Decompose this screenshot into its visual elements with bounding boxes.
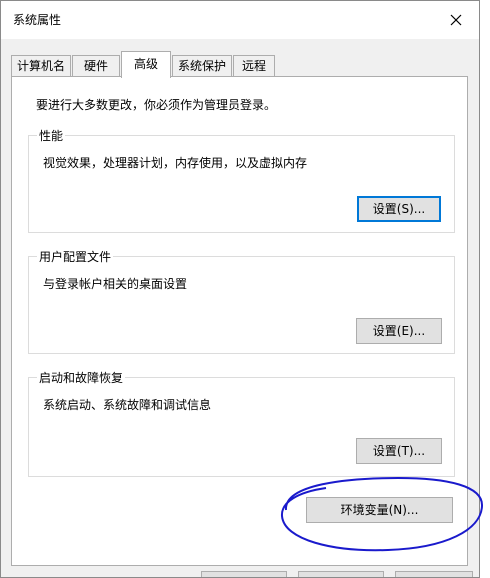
tab-system-protection[interactable]: 系统保护 (172, 55, 232, 77)
title-bar: 系统属性 (1, 1, 479, 39)
user-profiles-group: 用户配置文件 与登录帐户相关的桌面设置 设置(E)... (28, 248, 455, 354)
advanced-panel: 要进行大多数更改，你必须作为管理员登录。 性能 视觉效果，处理器计划，内存使用，… (11, 76, 468, 566)
user-profiles-title: 用户配置文件 (37, 248, 114, 265)
tab-computer-name[interactable]: 计算机名 (11, 55, 71, 77)
performance-desc: 视觉效果，处理器计划，内存使用，以及虚拟内存 (43, 156, 308, 170)
performance-settings-button[interactable]: 设置(S)... (357, 196, 441, 222)
tab-hardware[interactable]: 硬件 (72, 55, 120, 77)
dialog-title: 系统属性 (13, 13, 62, 27)
user-profiles-settings-button[interactable]: 设置(E)... (356, 318, 442, 344)
system-properties-dialog: 系统属性 计算机名 硬件 高级 系统保护 远程 要进行大多数更改，你必须作为管理… (0, 0, 480, 578)
startup-recovery-group: 启动和故障恢复 系统启动、系统故障和调试信息 设置(T)... (28, 369, 455, 477)
ok-button[interactable] (201, 571, 287, 577)
close-button[interactable] (433, 1, 479, 39)
performance-title: 性能 (37, 127, 66, 144)
startup-recovery-desc: 系统启动、系统故障和调试信息 (43, 398, 212, 412)
close-icon (450, 14, 462, 26)
user-profiles-desc: 与登录帐户相关的桌面设置 (43, 277, 188, 291)
tab-advanced[interactable]: 高级 (121, 51, 171, 78)
cancel-button[interactable] (298, 571, 384, 577)
apply-button[interactable] (395, 571, 473, 577)
admin-note: 要进行大多数更改，你必须作为管理员登录。 (36, 98, 277, 112)
startup-recovery-settings-button[interactable]: 设置(T)... (356, 438, 442, 464)
environment-variables-button[interactable]: 环境变量(N)... (306, 497, 453, 523)
tab-remote[interactable]: 远程 (233, 55, 275, 77)
startup-recovery-title: 启动和故障恢复 (37, 369, 126, 386)
performance-group: 性能 视觉效果，处理器计划，内存使用，以及虚拟内存 设置(S)... (28, 127, 455, 233)
